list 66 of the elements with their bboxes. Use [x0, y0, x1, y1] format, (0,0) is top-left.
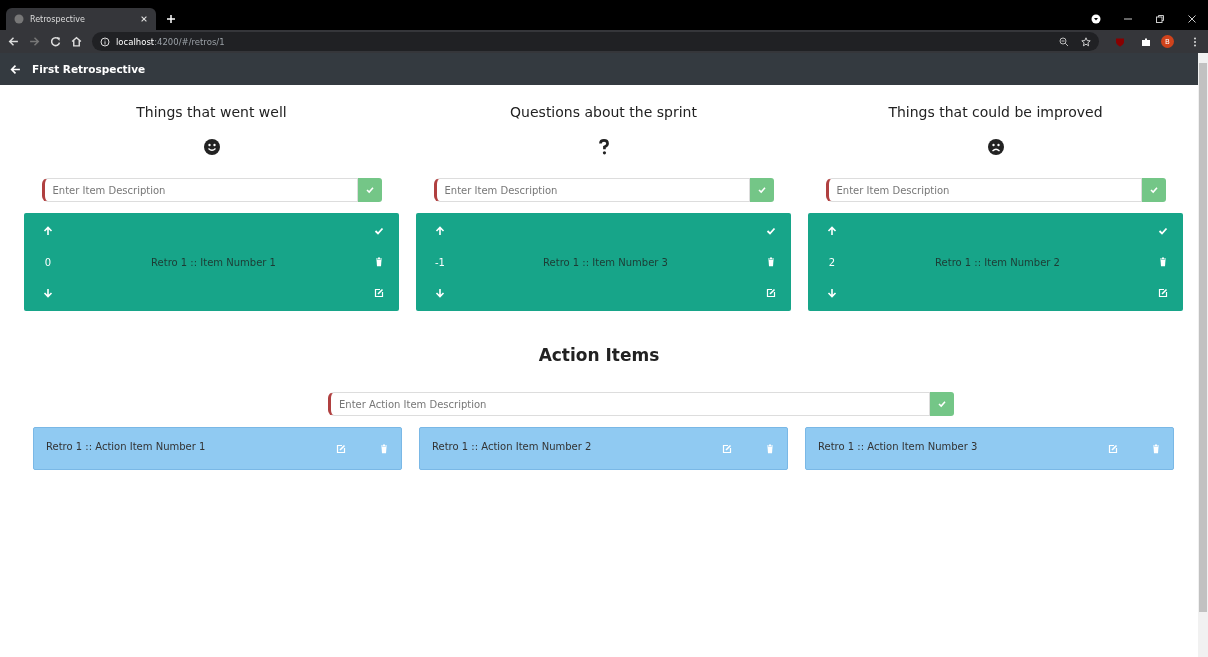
up-arrow-icon[interactable]: [435, 226, 445, 236]
column-title: Questions about the sprint: [510, 104, 697, 120]
submit-button[interactable]: [749, 178, 774, 202]
vote-count: -1: [435, 256, 445, 268]
trash-icon[interactable]: [379, 443, 389, 454]
edit-icon[interactable]: [722, 443, 732, 454]
close-icon[interactable]: [1187, 14, 1197, 24]
submit-button[interactable]: [1141, 178, 1166, 202]
item-description-input[interactable]: Enter Item Description: [41, 178, 358, 202]
edit-icon[interactable]: [766, 288, 776, 298]
edit-icon[interactable]: [1158, 288, 1168, 298]
submit-button[interactable]: [930, 392, 954, 416]
item-description-input[interactable]: Enter Item Description: [825, 178, 1142, 202]
submit-button[interactable]: [357, 178, 382, 202]
item-text: Retro 1 :: Item Number 2: [934, 256, 1061, 268]
vote-count: 2: [828, 256, 836, 268]
restore-icon[interactable]: [1155, 14, 1165, 24]
frown-icon: [987, 139, 1004, 155]
home-icon[interactable]: [71, 36, 82, 47]
up-arrow-icon[interactable]: [827, 226, 837, 236]
globe-icon: [14, 14, 24, 24]
check-icon[interactable]: [766, 226, 776, 236]
down-arrow-icon[interactable]: [435, 288, 445, 298]
trash-icon[interactable]: [1158, 257, 1168, 267]
reload-icon[interactable]: [50, 36, 61, 47]
info-icon: [100, 36, 110, 47]
page-title: First Retrospective: [32, 63, 146, 75]
scrollbar[interactable]: [1198, 53, 1208, 657]
column-title: Things that went well: [136, 104, 287, 120]
down-arrow-icon[interactable]: [43, 288, 53, 298]
check-icon[interactable]: [1158, 226, 1168, 236]
action-item-text: Retro 1 :: Action Item Number 1: [46, 441, 207, 452]
edit-icon[interactable]: [336, 443, 346, 454]
star-icon[interactable]: [1081, 36, 1091, 47]
up-arrow-icon[interactable]: [43, 226, 53, 236]
trash-icon[interactable]: [1151, 443, 1161, 454]
item-description-input[interactable]: Enter Item Description: [433, 178, 750, 202]
check-icon: [756, 185, 767, 195]
trash-icon[interactable]: [765, 443, 775, 454]
check-icon: [937, 399, 947, 409]
action-item-text: Retro 1 :: Action Item Number 2: [432, 441, 593, 452]
new-tab-icon[interactable]: [166, 14, 176, 24]
item-text: Retro 1 :: Item Number 1: [150, 256, 277, 268]
column-title: Things that could be improved: [888, 104, 1103, 120]
edit-icon[interactable]: [374, 288, 384, 298]
check-icon: [1148, 185, 1159, 195]
down-arrow-icon[interactable]: [827, 288, 837, 298]
smiley-icon: [203, 139, 220, 155]
forward-arrow-icon[interactable]: [29, 36, 40, 47]
action-item-input[interactable]: Enter Action Item Description: [328, 392, 930, 416]
close-icon[interactable]: [140, 15, 148, 23]
item-text: Retro 1 :: Item Number 3: [542, 256, 669, 268]
trash-icon[interactable]: [374, 257, 384, 267]
address-bar[interactable]: localhost:4200/#/retros/1: [92, 32, 1099, 51]
puzzle-icon[interactable]: [1141, 36, 1151, 47]
media-icon[interactable]: [1091, 14, 1101, 24]
vote-count: 0: [44, 256, 52, 268]
check-icon: [364, 185, 375, 195]
zoom-icon[interactable]: [1059, 36, 1069, 47]
trash-icon[interactable]: [766, 257, 776, 267]
action-item-text: Retro 1 :: Action Item Number 3: [818, 441, 979, 452]
check-icon[interactable]: [374, 226, 384, 236]
edit-icon[interactable]: [1108, 443, 1118, 454]
section-title: Action Items: [537, 345, 661, 365]
back-arrow-icon[interactable]: [8, 36, 19, 47]
browser-tab[interactable]: Retrospective: [6, 8, 156, 30]
